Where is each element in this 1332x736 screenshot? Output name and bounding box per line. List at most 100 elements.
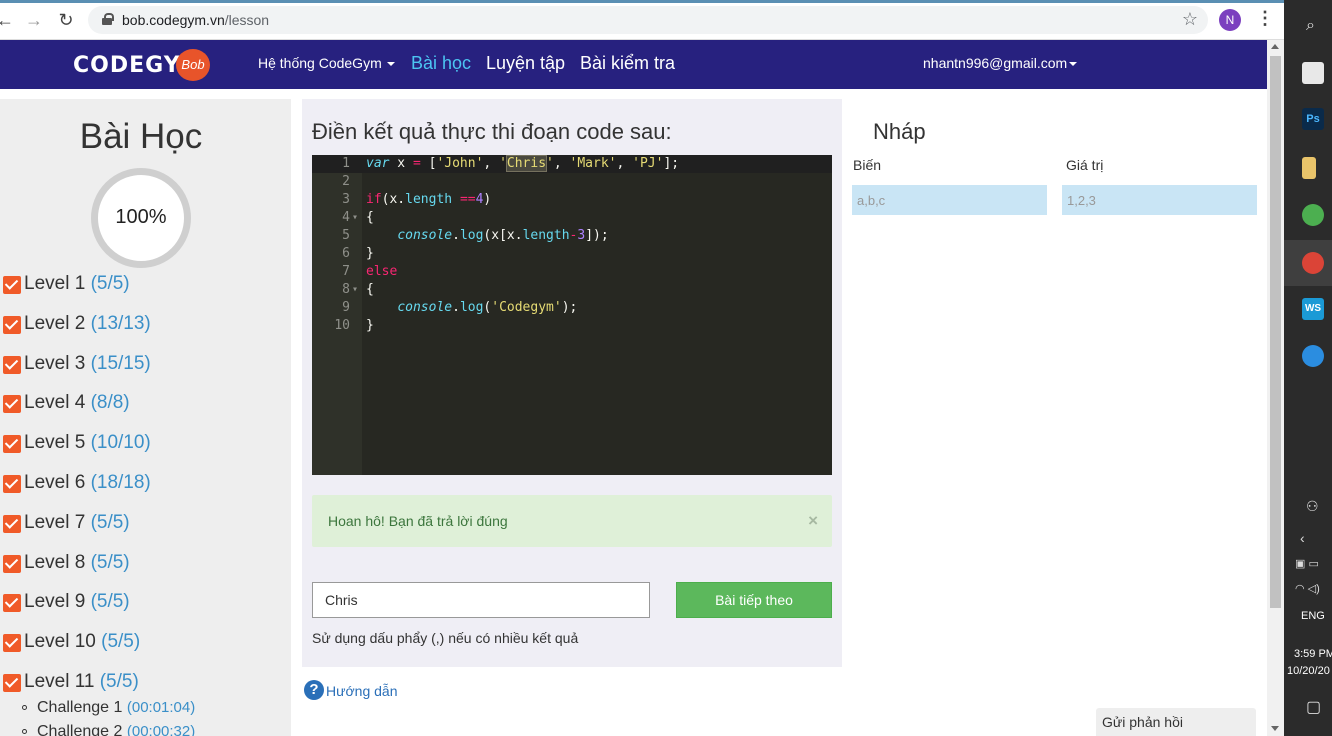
challenge-time: (00:00:32) <box>126 723 196 736</box>
caret-down-icon <box>386 62 395 67</box>
code-line: 8 ▾{ <box>342 282 374 297</box>
menu-lessons[interactable]: Bài học <box>411 53 471 74</box>
answer-input[interactable] <box>312 582 650 618</box>
chrome-profile-icon[interactable] <box>1302 252 1324 274</box>
code-line: 7 else <box>342 264 398 279</box>
level-count: (5/5) <box>101 631 141 652</box>
level-label: Level 11 <box>24 671 95 692</box>
bookmark-star-icon[interactable]: ☆ <box>1182 9 1198 30</box>
bullet-icon <box>22 729 27 735</box>
language-indicator[interactable]: ENG <box>1301 610 1325 622</box>
feedback-tab[interactable]: Gửi phản hồi <box>1096 708 1256 736</box>
guide-link-text: Hướng dẫn <box>326 683 398 699</box>
level-count: (5/5) <box>90 273 130 294</box>
answer-hint: Sử dụng dấu phẩy (,) nếu có nhiều kết qu… <box>312 630 579 646</box>
reload-icon[interactable]: ↻ <box>55 9 77 31</box>
browser-tab-strip <box>0 0 1284 3</box>
scroll-down-icon[interactable] <box>1271 726 1279 731</box>
level-label: Level 4 <box>24 392 86 413</box>
code-line: 3 if(x.length ==4) <box>342 192 492 207</box>
windows-taskbar: ⌕ Ps WS ⚇ ‹ ▣ ▭ ◠ ◁) ENG 3:59 PM 10/20/2… <box>1284 0 1332 736</box>
progress-circle: 100% <box>91 168 191 268</box>
address-bar[interactable]: bob.codegym.vn/lesson ☆ <box>88 6 1208 34</box>
checkbox-checked-icon <box>3 276 21 294</box>
page-scrollbar[interactable] <box>1267 40 1284 736</box>
folder-icon[interactable] <box>1302 157 1316 179</box>
caret-down-icon <box>1069 62 1078 67</box>
chevron-left-icon[interactable]: ‹ <box>1300 530 1305 546</box>
value-label: Giá trị <box>1066 157 1104 173</box>
challenge-label: Challenge 2 <box>37 723 123 736</box>
challenge-item[interactable]: Challenge 1 (00:01:04) <box>22 699 195 717</box>
success-alert: Hoan hô! Bạn đã trả lời đúng × <box>312 495 832 547</box>
code-editor[interactable]: 1 var x = ['John', 'Chris', 'Mark', 'PJ']… <box>312 155 832 475</box>
lesson-sidebar: Bài Học 100% Level 1 (5/5) Level 2 (13/13… <box>0 99 291 736</box>
menu-system-dropdown[interactable]: Hệ thống CodeGym <box>258 55 395 71</box>
checkbox-checked-icon <box>3 674 21 692</box>
code-line: 9 console.log('Codegym'); <box>342 300 578 315</box>
level-label: Level 3 <box>24 353 86 374</box>
code-line: 2 <box>342 174 350 189</box>
code-line: 6} <box>342 246 374 261</box>
checkbox-checked-icon <box>3 515 21 533</box>
close-icon[interactable]: × <box>808 511 818 531</box>
level-label: Level 1 <box>24 273 86 294</box>
bullet-icon <box>22 705 27 711</box>
checkbox-checked-icon <box>3 475 21 493</box>
level-count: (10/10) <box>90 432 151 453</box>
value-input[interactable]: 1,2,3 <box>1062 185 1257 215</box>
level-count: (5/5) <box>90 591 130 612</box>
menu-practice[interactable]: Luyện tập <box>486 53 565 74</box>
level-count: (18/18) <box>90 472 151 493</box>
scrollbar-thumb[interactable] <box>1270 56 1281 608</box>
code-line: 1 var x = ['John', 'Chris', 'Mark', 'PJ']… <box>312 155 832 173</box>
user-menu-dropdown[interactable]: nhantn996@gmail.com <box>923 55 1078 71</box>
back-icon[interactable]: ← <box>0 9 16 31</box>
fold-arrow-icon: ▾ <box>352 284 359 295</box>
chrome-icon[interactable] <box>1302 204 1324 226</box>
clock-time[interactable]: 3:59 PM <box>1294 648 1332 660</box>
profile-avatar[interactable]: N <box>1219 9 1241 31</box>
level-label: Level 7 <box>24 512 86 533</box>
level-label: Level 9 <box>24 591 86 612</box>
wifi-volume-icon[interactable]: ◠ ◁) <box>1295 582 1320 595</box>
clock-date[interactable]: 10/20/20 <box>1287 665 1330 677</box>
level-label: Level 5 <box>24 432 86 453</box>
store-icon[interactable] <box>1302 62 1324 84</box>
photoshop-icon[interactable]: Ps <box>1302 108 1324 130</box>
variable-input[interactable]: a,b,c <box>852 185 1047 215</box>
level-count: (5/5) <box>99 671 139 692</box>
level-count: (5/5) <box>90 512 130 533</box>
level-label: Level 8 <box>24 552 86 573</box>
people-icon[interactable]: ⚇ <box>1306 498 1319 515</box>
checkbox-checked-icon <box>3 555 21 573</box>
challenge-item[interactable]: Challenge 2 (00:00:32) <box>22 723 195 736</box>
scroll-up-icon[interactable] <box>1271 44 1279 49</box>
tray-icons[interactable]: ▣ ▭ <box>1295 557 1319 570</box>
scratch-title: Nháp <box>873 119 926 144</box>
code-line: 10} <box>334 318 374 333</box>
level-label: Level 2 <box>24 313 86 334</box>
level-count: (13/13) <box>90 313 151 334</box>
checkbox-checked-icon <box>3 316 21 334</box>
next-lesson-button[interactable]: Bài tiếp theo <box>676 582 832 618</box>
forward-icon[interactable]: → <box>23 9 45 31</box>
exercise-panel: Điền kết quả thực thi đoạn code sau: 1 va… <box>302 99 842 667</box>
checkbox-checked-icon <box>3 634 21 652</box>
level-count: (15/15) <box>90 353 151 374</box>
webstorm-icon[interactable]: WS <box>1302 298 1324 320</box>
browser-menu-icon[interactable]: ⋮ <box>1256 8 1274 29</box>
menu-tests[interactable]: Bài kiểm tra <box>580 53 675 74</box>
edge-icon[interactable] <box>1302 345 1324 367</box>
search-icon[interactable]: ⌕ <box>1306 17 1315 35</box>
sidebar-title: Bài Học <box>79 117 203 156</box>
variable-label: Biến <box>853 157 882 173</box>
site-header: CODEGYM Bob Hệ thống CodeGym Bài học Luy… <box>0 40 1267 89</box>
success-message: Hoan hô! Bạn đã trả lời đúng <box>328 513 508 529</box>
level-label: Level 10 <box>24 631 96 652</box>
notification-icon[interactable]: ▢ <box>1306 697 1321 717</box>
logo-badge: Bob <box>176 49 210 81</box>
checkbox-checked-icon <box>3 356 21 374</box>
help-icon: ? <box>304 680 324 700</box>
checkbox-checked-icon <box>3 594 21 612</box>
